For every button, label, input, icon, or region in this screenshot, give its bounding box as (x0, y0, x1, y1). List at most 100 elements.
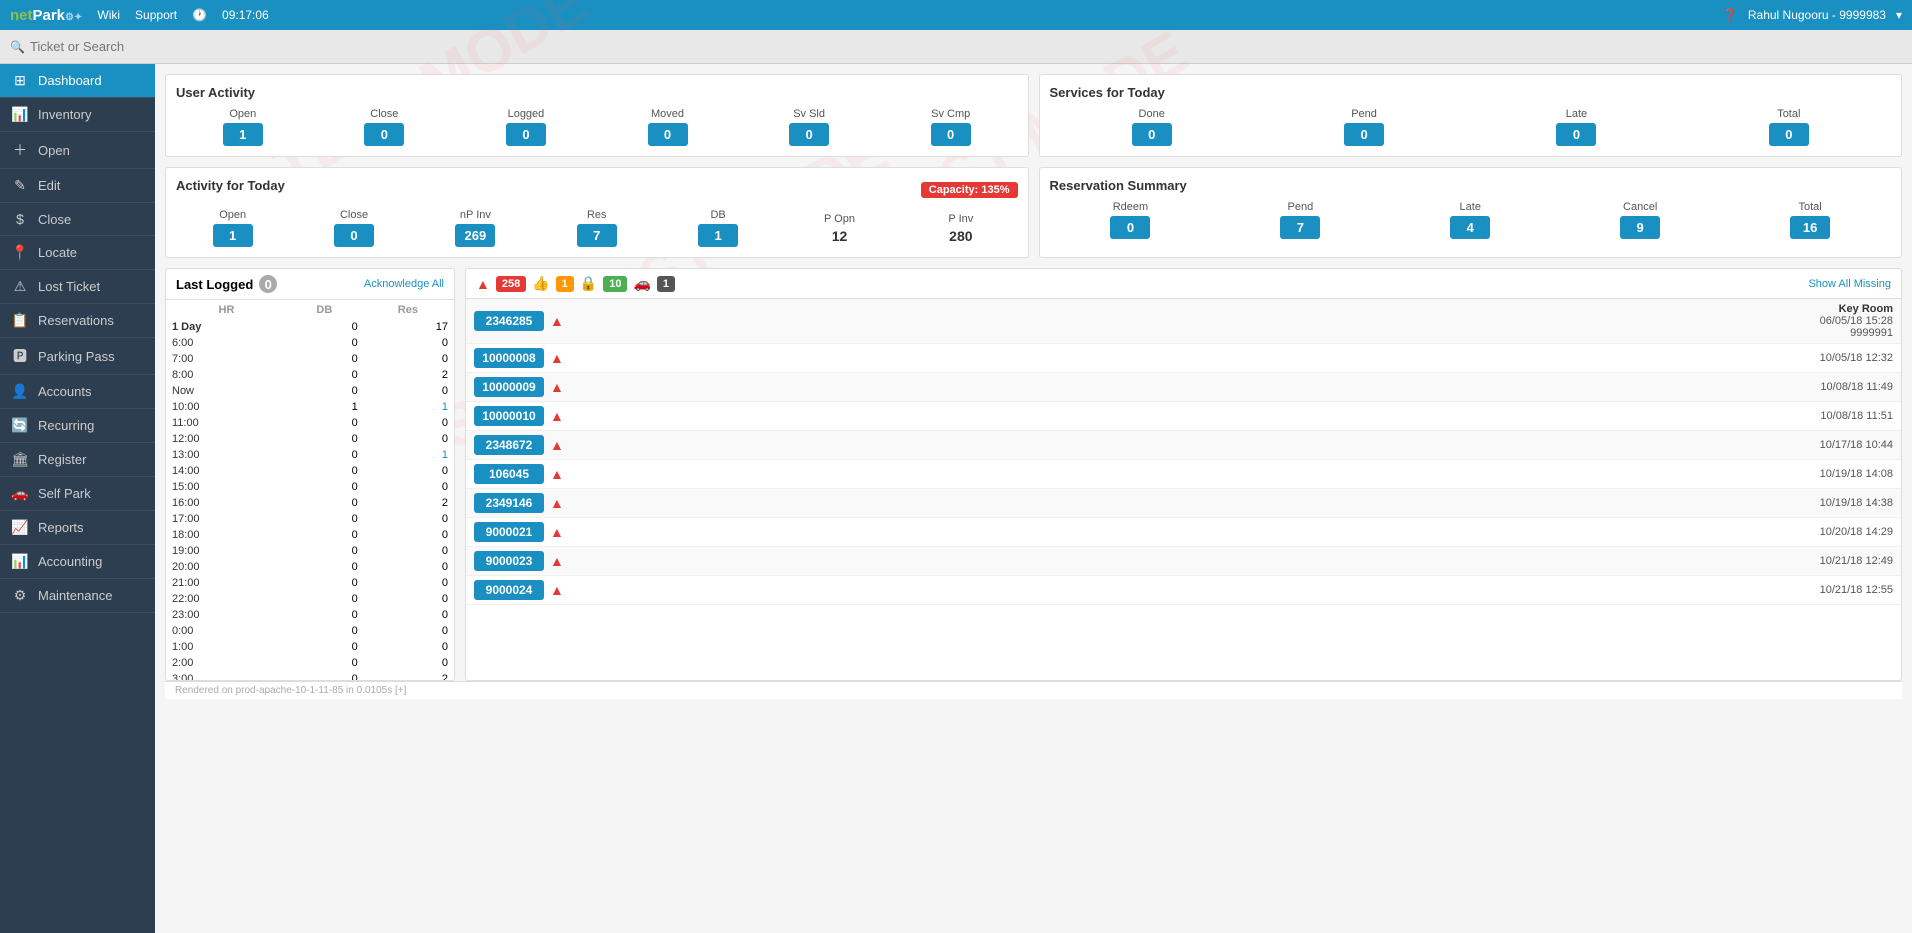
col-hr: HR (168, 302, 285, 318)
sidebar-item-accounting[interactable]: 📊 Accounting (0, 545, 155, 579)
alert-info: 10/20/18 14:29 (570, 526, 1893, 538)
res-cell: 2 (364, 672, 452, 680)
db-cell: 0 (287, 368, 362, 382)
sidebar-item-locate[interactable]: 📍 Locate (0, 236, 155, 270)
alert-info: 10/19/18 14:08 (570, 468, 1893, 480)
table-row: 7:00 0 0 (168, 352, 452, 366)
act-npinv: nP Inv269 (419, 209, 532, 247)
ticket-button[interactable]: 9000024 (474, 580, 544, 600)
table-row: 12:00 0 0 (168, 432, 452, 446)
main-content: TEST MODE TEST MODE TEST MODE TEST MODE … (155, 64, 1912, 933)
res-pend: Pend7 (1219, 201, 1381, 239)
alert-warning-icon: ▲ (550, 408, 564, 424)
time-display: 09:17:06 (222, 8, 269, 22)
sidebar-item-edit[interactable]: ✎ Edit (0, 169, 155, 203)
ticket-button[interactable]: 10000010 (474, 406, 544, 426)
sidebar-item-register[interactable]: 🏛 Register (0, 443, 155, 477)
res-rdeem: Rdeem0 (1050, 201, 1212, 239)
hr-cell: 8:00 (168, 368, 285, 382)
sidebar-item-accounts[interactable]: 👤 Accounts (0, 375, 155, 409)
db-cell: 0 (287, 560, 362, 574)
ticket-button[interactable]: 2348672 (474, 435, 544, 455)
alert-date: 10/20/18 14:29 (570, 526, 1893, 538)
show-all-missing-button[interactable]: Show All Missing (1808, 278, 1891, 290)
ticket-button[interactable]: 2346285 (474, 311, 544, 331)
accounting-icon: 📊 (10, 553, 30, 570)
activity-today-card: Activity for Today Capacity: 135% Open1 … (165, 167, 1029, 258)
acknowledge-all-button[interactable]: Acknowledge All (364, 278, 444, 290)
db-cell: 0 (287, 608, 362, 622)
alert-user: 9999991 (570, 327, 1893, 339)
act-close: Close0 (297, 209, 410, 247)
register-icon: 🏛 (10, 451, 30, 468)
db-cell: 0 (287, 336, 362, 350)
stat-logged: Logged0 (459, 108, 593, 146)
alert-triangle-icon: ▲ (476, 276, 490, 292)
res-cell: 0 (364, 480, 452, 494)
ticket-button[interactable]: 9000023 (474, 551, 544, 571)
res-cell: 0 (364, 592, 452, 606)
sidebar-item-open[interactable]: ＋ Open (0, 132, 155, 169)
reservation-summary-title: Reservation Summary (1050, 178, 1892, 193)
table-row: 20:00 0 0 (168, 560, 452, 574)
open-icon: ＋ (10, 140, 30, 160)
sidebar-item-self-park[interactable]: 🚗 Self Park (0, 477, 155, 511)
ticket-button[interactable]: 106045 (474, 464, 544, 484)
alert-date: 10/08/18 11:49 (570, 381, 1893, 393)
db-cell: 0 (287, 464, 362, 478)
alerts-header: ▲ 258 👍 1 🔒 10 🚗 1 Show All Missing (466, 269, 1901, 299)
topbar: netPark⚙✦ Wiki Support 🕐 09:17:06 ❓ Rahu… (0, 0, 1912, 30)
reports-icon: 📈 (10, 519, 30, 536)
search-input[interactable] (30, 39, 190, 54)
sidebar-item-reports[interactable]: 📈 Reports (0, 511, 155, 545)
res-cell: 0 (364, 432, 452, 446)
second-cards-row: Activity for Today Capacity: 135% Open1 … (165, 167, 1902, 258)
sidebar-item-dashboard[interactable]: ⊞ Dashboard (0, 64, 155, 98)
sidebar-item-recurring[interactable]: 🔄 Recurring (0, 409, 155, 443)
res-cell: 0 (364, 352, 452, 366)
db-cell: 0 (287, 544, 362, 558)
support-link[interactable]: Support (135, 8, 177, 22)
sidebar-item-label: Close (38, 212, 71, 227)
act-db: DB1 (661, 209, 774, 247)
res-cell: 0 (364, 336, 452, 350)
stat-svcmp: Sv Cmp0 (884, 108, 1018, 146)
ticket-button[interactable]: 9000021 (474, 522, 544, 542)
sidebar-item-lost-ticket[interactable]: ⚠ Lost Ticket (0, 270, 155, 304)
res-cell: 0 (364, 640, 452, 654)
db-cell: 0 (287, 576, 362, 590)
db-cell: 0 (287, 448, 362, 462)
sidebar-item-maintenance[interactable]: ⚙ Maintenance (0, 579, 155, 613)
alerts-panel: ▲ 258 👍 1 🔒 10 🚗 1 Show All Missing 2346… (465, 268, 1902, 681)
logged-count-badge: 0 (259, 275, 277, 293)
help-icon[interactable]: ❓ (1723, 8, 1738, 22)
res-cell: 2 (364, 368, 452, 382)
sidebar-item-label: Accounts (38, 384, 91, 399)
table-row: 13:00 0 1 (168, 448, 452, 462)
db-cell: 1 (287, 400, 362, 414)
res-total: Total16 (1729, 201, 1891, 239)
alert-orange-badge: 1 (556, 276, 574, 292)
alert-car-badge: 1 (657, 276, 675, 292)
db-cell: 0 (287, 528, 362, 542)
hr-db-res-table: HR DB Res 1 Day 0 17 6:00 0 0 7:00 0 0 8… (166, 300, 454, 680)
sidebar-item-reservations[interactable]: 📋 Reservations (0, 304, 155, 338)
table-row: 2:00 0 0 (168, 656, 452, 670)
services-today-card: Services for Today Done0 Pend0 Late0 Tot… (1039, 74, 1903, 157)
res-cell: 0 (364, 464, 452, 478)
table-row: 1 Day 0 17 (168, 320, 452, 334)
svc-pend: Pend0 (1262, 108, 1466, 146)
hr-cell: 13:00 (168, 448, 285, 462)
sidebar-item-close[interactable]: $ Close (0, 203, 155, 236)
sidebar-item-inventory[interactable]: 📊 Inventory (0, 98, 155, 132)
db-cell: 0 (287, 496, 362, 510)
alert-info: 10/05/18 12:32 (570, 352, 1893, 364)
ticket-button[interactable]: 10000009 (474, 377, 544, 397)
ticket-button[interactable]: 10000008 (474, 348, 544, 368)
ticket-button[interactable]: 2349146 (474, 493, 544, 513)
db-cell: 0 (287, 512, 362, 526)
edit-icon: ✎ (10, 177, 30, 194)
footer-text: Rendered on prod-apache-10-1-11-85 in 0.… (175, 685, 406, 696)
wiki-link[interactable]: Wiki (97, 8, 120, 22)
sidebar-item-parking-pass[interactable]: 🅿 Parking Pass (0, 338, 155, 375)
